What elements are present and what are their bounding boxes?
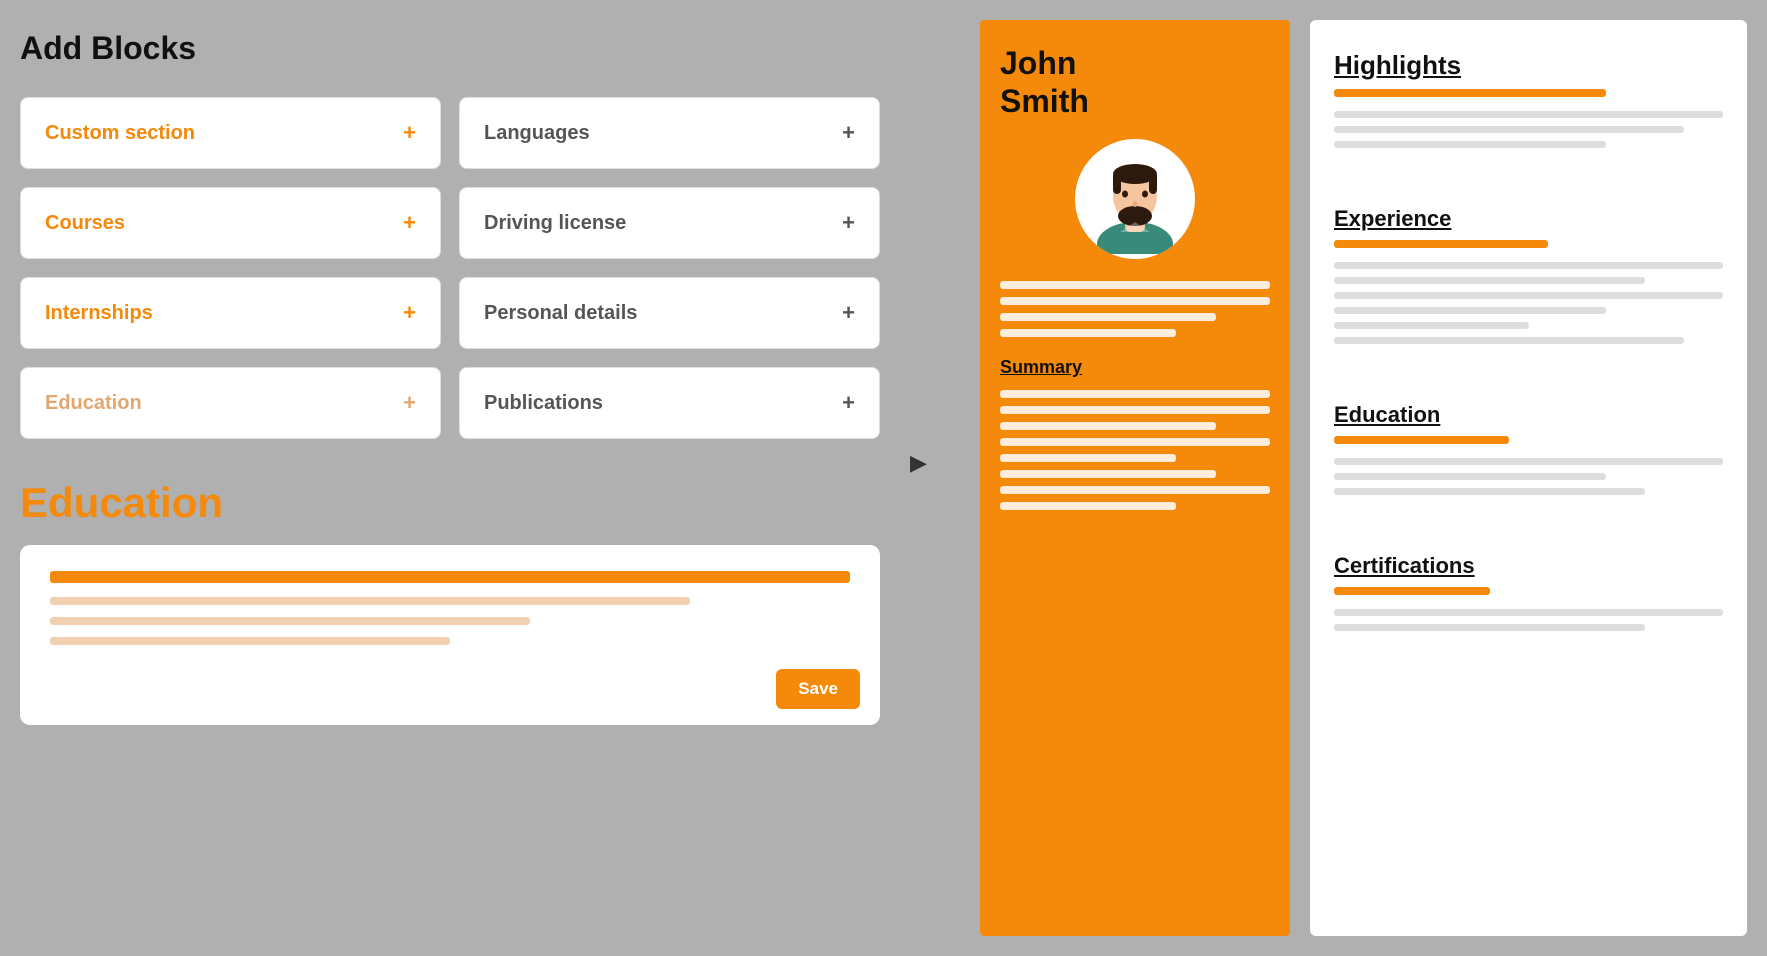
- edu-line-2: [50, 617, 530, 625]
- hl-line-1: [1334, 111, 1723, 118]
- resume-preview: JohnSmith: [980, 20, 1290, 936]
- block-label-personal-details: Personal details: [484, 302, 637, 325]
- resume-left-panel: JohnSmith: [980, 20, 1290, 936]
- education-orange-bar: [1334, 436, 1509, 444]
- block-label-internships: Internships: [45, 302, 153, 325]
- exp-line-4: [1334, 307, 1606, 314]
- spacer: ▶: [900, 20, 960, 936]
- resume-summary-lines: [1000, 390, 1270, 510]
- education-card: Save: [20, 545, 880, 725]
- hl-line-2: [1334, 126, 1684, 133]
- highlights-section: Highlights: [1334, 50, 1723, 178]
- block-label-custom-section: Custom section: [45, 122, 195, 145]
- experience-label: Experience: [1334, 206, 1723, 232]
- block-btn-courses[interactable]: Courses +: [20, 187, 441, 259]
- block-label-publications: Publications: [484, 392, 603, 415]
- save-button[interactable]: Save: [776, 669, 860, 709]
- edu-right-line-3: [1334, 488, 1645, 495]
- summary-line-2: [1000, 406, 1270, 414]
- education-right-label: Education: [1334, 402, 1723, 428]
- certifications-label: Certifications: [1334, 553, 1723, 579]
- block-label-driving-license: Driving license: [484, 212, 626, 235]
- resume-summary-label: Summary: [1000, 357, 1270, 378]
- avatar: [1075, 139, 1195, 259]
- right-panel: Highlights Experience Education: [1310, 20, 1747, 936]
- block-label-courses: Courses: [45, 212, 125, 235]
- block-btn-languages[interactable]: Languages +: [459, 97, 880, 169]
- cert-line-2: [1334, 624, 1645, 631]
- block-label-languages: Languages: [484, 122, 590, 145]
- highlights-title: Highlights: [1334, 50, 1723, 81]
- edu-orange-bar: [50, 571, 850, 583]
- add-blocks-title: Add Blocks: [20, 20, 880, 77]
- highlights-gray-lines: [1334, 111, 1723, 148]
- edu-line-1: [50, 597, 690, 605]
- left-panel: Add Blocks Custom section + Languages + …: [20, 20, 880, 936]
- experience-gray-lines: [1334, 262, 1723, 344]
- summary-line-8: [1000, 502, 1176, 510]
- resume-info-line-1: [1000, 281, 1270, 289]
- exp-line-3: [1334, 292, 1723, 299]
- plus-icon-languages: +: [842, 120, 855, 146]
- edu-right-line-1: [1334, 458, 1723, 465]
- certifications-section: Certifications: [1334, 553, 1723, 661]
- experience-orange-bar: [1334, 240, 1548, 248]
- education-gray-lines: [1334, 458, 1723, 495]
- block-btn-education[interactable]: Education +: [20, 367, 441, 439]
- summary-line-5: [1000, 454, 1176, 462]
- plus-icon-driving-license: +: [842, 210, 855, 236]
- exp-line-5: [1334, 322, 1529, 329]
- block-btn-personal-details[interactable]: Personal details +: [459, 277, 880, 349]
- education-right-section: Education: [1334, 402, 1723, 525]
- resume-info-line-3: [1000, 313, 1216, 321]
- avatar-svg: [1080, 144, 1190, 254]
- education-section: Education Save: [20, 479, 880, 725]
- block-btn-publications[interactable]: Publications +: [459, 367, 880, 439]
- plus-icon-education: +: [403, 390, 416, 416]
- edu-line-3: [50, 637, 450, 645]
- certifications-orange-bar: [1334, 587, 1490, 595]
- exp-line-1: [1334, 262, 1723, 269]
- summary-line-6: [1000, 470, 1216, 478]
- experience-section: Experience: [1334, 206, 1723, 374]
- plus-icon-personal-details: +: [842, 300, 855, 326]
- plus-icon-courses: +: [403, 210, 416, 236]
- exp-line-6: [1334, 337, 1684, 344]
- summary-line-3: [1000, 422, 1216, 430]
- resume-name: JohnSmith: [1000, 44, 1270, 121]
- summary-line-7: [1000, 486, 1270, 494]
- resume-info-line-2: [1000, 297, 1270, 305]
- summary-line-1: [1000, 390, 1270, 398]
- blocks-grid: Custom section + Languages + Courses + D…: [20, 97, 880, 439]
- certifications-gray-lines: [1334, 609, 1723, 631]
- plus-icon-internships: +: [403, 300, 416, 326]
- block-btn-driving-license[interactable]: Driving license +: [459, 187, 880, 259]
- summary-line-4: [1000, 438, 1270, 446]
- education-section-heading: Education: [20, 479, 880, 527]
- highlights-orange-bar: [1334, 89, 1606, 97]
- plus-icon-custom-section: +: [403, 120, 416, 146]
- cert-line-1: [1334, 609, 1723, 616]
- resume-info-lines: [1000, 281, 1270, 337]
- exp-line-2: [1334, 277, 1645, 284]
- edu-right-line-2: [1334, 473, 1606, 480]
- block-label-education: Education: [45, 392, 142, 415]
- block-btn-internships[interactable]: Internships +: [20, 277, 441, 349]
- plus-icon-publications: +: [842, 390, 855, 416]
- resume-info-line-4: [1000, 329, 1176, 337]
- cursor-icon: ▶: [910, 450, 927, 476]
- block-btn-custom-section[interactable]: Custom section +: [20, 97, 441, 169]
- hl-line-3: [1334, 141, 1606, 148]
